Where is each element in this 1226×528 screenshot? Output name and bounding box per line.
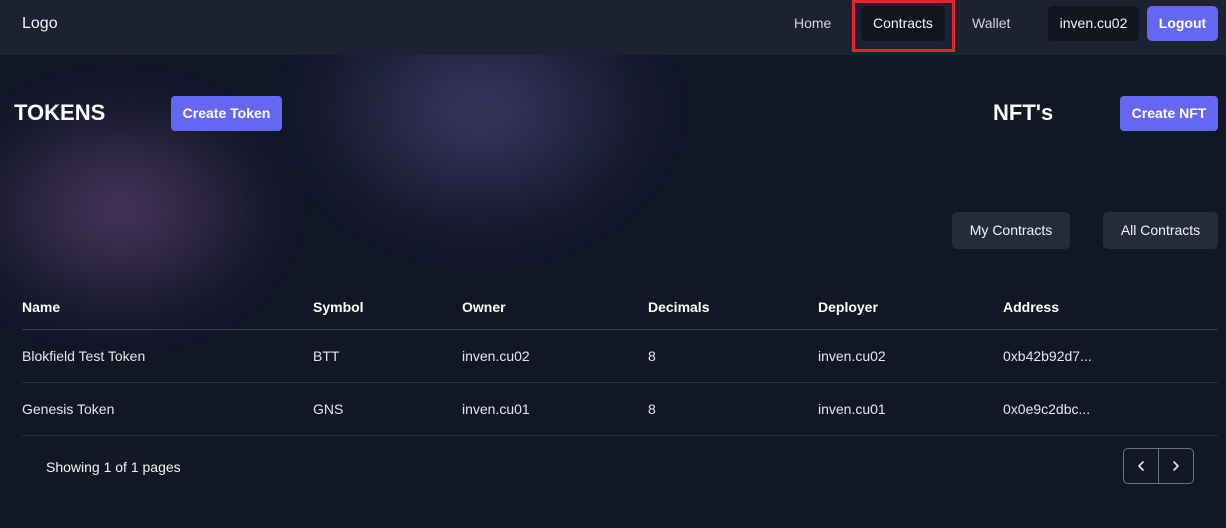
cell-decimals: 8 — [648, 348, 656, 364]
contracts-table: Name Symbol Owner Decimals Deployer Addr… — [22, 285, 1218, 436]
nfts-heading: NFT's — [993, 100, 1054, 125]
my-contracts-button[interactable]: My Contracts — [952, 212, 1070, 249]
column-header-owner[interactable]: Owner — [462, 285, 506, 329]
cell-symbol: GNS — [313, 401, 344, 417]
next-page-button[interactable] — [1159, 449, 1194, 483]
table-header-row: Name Symbol Owner Decimals Deployer Addr… — [22, 285, 1218, 330]
tokens-heading: TOKENS — [14, 100, 106, 125]
cell-address: 0xb42b92d7... — [1003, 348, 1092, 364]
page: Logo Home Contracts Wallet inven.cu02 Lo… — [0, 0, 1226, 528]
prev-page-button[interactable] — [1124, 449, 1159, 483]
create-nft-button[interactable]: Create NFT — [1120, 96, 1218, 131]
pagination-status: Showing 1 of 1 pages — [46, 459, 181, 475]
column-header-deployer[interactable]: Deployer — [818, 285, 878, 329]
cell-deployer: inven.cu02 — [818, 348, 886, 364]
cell-address: 0x0e9c2dbc... — [1003, 401, 1091, 417]
column-header-name[interactable]: Name — [22, 285, 60, 329]
chevron-right-icon — [1172, 461, 1179, 471]
cell-owner: inven.cu02 — [462, 348, 530, 364]
navbar: Logo Home Contracts Wallet inven.cu02 Lo… — [0, 0, 1226, 55]
create-token-button[interactable]: Create Token — [171, 96, 282, 131]
cell-owner: inven.cu01 — [462, 401, 530, 417]
table-row[interactable]: Blokfield Test Token BTT inven.cu02 8 in… — [22, 330, 1218, 383]
logout-button[interactable]: Logout — [1147, 6, 1218, 41]
all-contracts-button[interactable]: All Contracts — [1103, 212, 1218, 249]
chevron-left-icon — [1137, 461, 1144, 471]
table-row[interactable]: Genesis Token GNS inven.cu01 8 inven.cu0… — [22, 383, 1218, 436]
cell-deployer: inven.cu01 — [818, 401, 886, 417]
pagination-controls — [1123, 448, 1194, 484]
column-header-symbol[interactable]: Symbol — [313, 285, 364, 329]
column-header-decimals[interactable]: Decimals — [648, 285, 709, 329]
user-account-button[interactable]: inven.cu02 — [1048, 6, 1139, 41]
cell-symbol: BTT — [313, 348, 340, 364]
nav-home-link[interactable]: Home — [782, 6, 843, 41]
cell-decimals: 8 — [648, 401, 656, 417]
cell-name: Blokfield Test Token — [22, 348, 146, 364]
nav-wallet-link[interactable]: Wallet — [960, 6, 1022, 41]
column-header-address[interactable]: Address — [1003, 285, 1059, 329]
logo[interactable]: Logo — [22, 15, 58, 33]
cell-name: Genesis Token — [22, 401, 115, 417]
nav-contracts-link[interactable]: Contracts — [861, 6, 945, 41]
